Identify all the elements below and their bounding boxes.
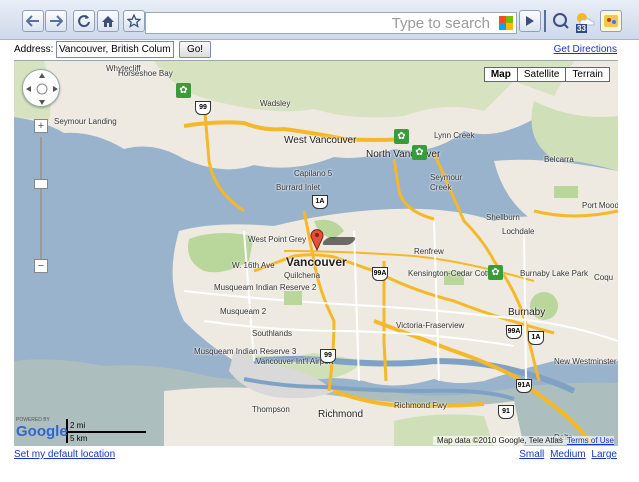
map-label: Lynn Creek [434, 131, 475, 140]
footer: Set my default location Small Medium Lar… [0, 446, 639, 466]
map-label: West Vancouver [284, 135, 357, 146]
map-type-terrain-button[interactable]: Terrain [565, 67, 610, 82]
star-icon[interactable] [123, 10, 145, 32]
highway-shield: 91A [516, 379, 532, 393]
map-label: North Vancouver [366, 149, 441, 160]
highway-shield: 1A [528, 331, 544, 345]
map-type-control: Map Satellite Terrain [483, 67, 610, 82]
map-label: Capilano 5 [294, 169, 333, 178]
trans-canada-icon: ✿ [412, 145, 427, 160]
toolbar: 33 [0, 0, 639, 40]
map-label: Seymour Landing [54, 117, 117, 126]
scale-miles: 2 mi [70, 421, 86, 430]
size-links: Small Medium Large [516, 449, 617, 460]
map-label: Musqueam 2 [220, 307, 267, 316]
toolbar-separator [544, 10, 546, 32]
location-marker-icon[interactable] [310, 229, 324, 252]
weather-icon[interactable]: 33 [574, 10, 596, 34]
weather-badge: 33 [576, 24, 587, 33]
search-box[interactable] [145, 12, 517, 34]
search-input[interactable] [150, 15, 490, 32]
map-scale: 2 mi 5 km [66, 419, 146, 443]
get-directions-link[interactable]: Get Directions [554, 44, 617, 55]
map-label: Renfrew [414, 247, 444, 256]
gadget-icon[interactable] [600, 10, 622, 32]
map-label: Burnaby [508, 307, 546, 318]
trans-canada-icon: ✿ [176, 83, 191, 98]
map-type-map-button[interactable]: Map [483, 67, 518, 82]
address-input[interactable] [56, 41, 174, 58]
map-attribution: Map data ©2010 Google, Tele Atlas Terms o… [433, 436, 614, 445]
highway-shield: 99A [372, 267, 388, 281]
pan-up-icon [39, 73, 45, 78]
zoom-in-button[interactable]: + [34, 119, 48, 133]
highway-shield: 99A [506, 325, 522, 339]
pan-control[interactable] [22, 69, 60, 107]
search-engine-icon[interactable] [499, 16, 513, 30]
highway-shield: 91 [498, 405, 514, 419]
map-label: Southlands [252, 329, 293, 338]
zoom-slider-thumb[interactable] [34, 179, 48, 189]
trans-canada-icon: ✿ [488, 265, 503, 280]
highway-shield: 99 [195, 101, 211, 115]
map-label: Richmond Fwy [394, 401, 447, 410]
map-label: Coqu [594, 273, 614, 282]
zoom-slider-track[interactable] [40, 137, 42, 261]
pan-down-icon [39, 100, 45, 105]
map-label: Musqueam Indian Reserve 2 [214, 283, 317, 292]
highway-shield: 99 [320, 349, 336, 363]
size-large-link[interactable]: Large [591, 449, 617, 460]
go-button[interactable]: Go! [179, 41, 211, 58]
map-label: West Point Grey [248, 235, 307, 244]
map-label: Horseshoe Bay [118, 69, 173, 78]
map-label: Port Moody [582, 201, 618, 210]
home-icon[interactable] [97, 10, 119, 32]
google-logo[interactable]: POWERED BY Google [16, 417, 68, 440]
back-arrow-icon[interactable] [22, 10, 44, 32]
map-label: Thompson [252, 405, 290, 414]
address-label: Address: [14, 44, 54, 55]
map-label: Quilchena [284, 271, 321, 280]
search-icon[interactable] [552, 12, 570, 30]
terms-of-use-link[interactable]: Terms of Use [567, 436, 614, 445]
map-label: Musqueam Indian Reserve 3 [194, 347, 297, 356]
map-type-satellite-button[interactable]: Satellite [516, 67, 567, 82]
forward-arrow-icon[interactable] [45, 10, 67, 32]
search-go-icon[interactable] [519, 10, 541, 32]
map-label: Victoria-Fraserview [396, 321, 465, 330]
map-label: Shellburn [486, 213, 520, 222]
map-label: New Westminster [554, 357, 617, 366]
map-label: Belcarra [544, 155, 574, 164]
zoom-out-button[interactable]: − [34, 259, 48, 273]
size-small-link[interactable]: Small [519, 449, 544, 460]
pan-left-icon [26, 86, 31, 92]
map-label: Burrard Inlet [276, 183, 321, 192]
map-label: W. 16th Ave [232, 261, 275, 270]
refresh-icon[interactable] [73, 10, 95, 32]
map-label: Creek [430, 183, 452, 192]
map-label: Lochdale [502, 227, 535, 236]
highway-shield: 1A [312, 195, 328, 209]
map-canvas[interactable]: + − Map Satellite Terrain Whytecliff Hor… [14, 60, 618, 446]
map-label: Wadsley [260, 99, 291, 108]
map-label: Richmond [318, 409, 364, 420]
map-label: Burnaby Lake Park [520, 269, 589, 278]
map-label: Seymour [430, 173, 463, 182]
pan-right-icon [53, 86, 58, 92]
map-label: Vancouver [286, 255, 347, 269]
trans-canada-icon: ✿ [394, 129, 409, 144]
set-default-location-link[interactable]: Set my default location [14, 449, 115, 460]
address-row: Address: Go! Get Directions [0, 40, 639, 60]
scale-km: 5 km [70, 434, 88, 443]
size-medium-link[interactable]: Medium [550, 449, 586, 460]
window-bottom [0, 466, 639, 482]
